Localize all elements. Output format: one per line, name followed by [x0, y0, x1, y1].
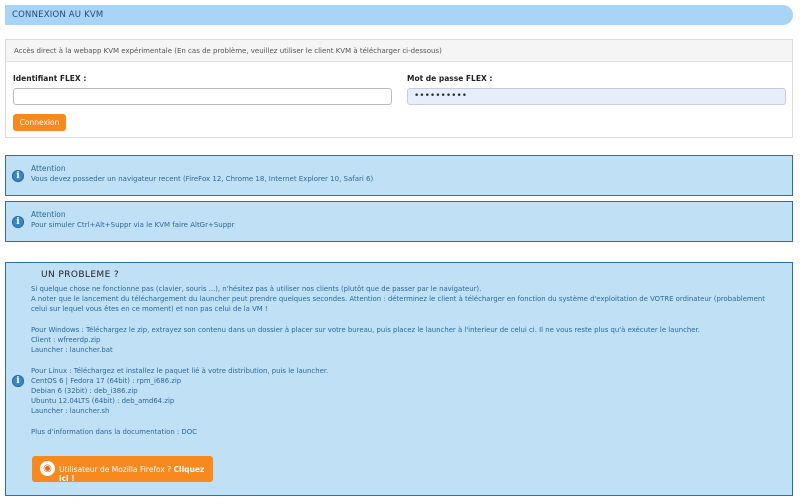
firefox-icon: ◉ [40, 461, 55, 476]
problem-line: A noter que le lancement du téléchargeme… [31, 295, 765, 304]
login-info-bar: Accès direct à la webapp KVM expérimenta… [6, 40, 792, 62]
problem-line: Si quelque chose ne fonctionne pas (clav… [31, 285, 482, 293]
login-info-text: Accès direct à la webapp KVM expérimenta… [14, 47, 442, 55]
alert-browser: i Attention Vous devez posseder un navig… [5, 155, 793, 196]
login-button[interactable]: Connexion [13, 114, 66, 131]
problem-line: celui sur lequel vous êtes en ce moment)… [31, 305, 268, 314]
problem-line: Debian 6 (32bit) : deb_i386.zip [31, 387, 138, 395]
problem-line: Pour Linux : Téléchargez et installez le… [31, 366, 329, 375]
page-title: CONNEXION AU KVM [12, 10, 104, 20]
password-label: Mot de passe FLEX : [407, 74, 493, 83]
problem-panel: i UN PROBLEME ? Si quelque chose ne fonc… [5, 262, 793, 496]
firefox-button[interactable]: ◉ Utilisateur de Mozilla Firefox ? Cliqu… [32, 456, 213, 483]
password-input[interactable]: •••••••••• [407, 88, 786, 105]
problem-line: Pour Windows : Téléchargez le zip, extra… [31, 325, 700, 334]
username-label: Identifiant FLEX : [13, 74, 87, 83]
alert-heading: Attention [31, 210, 66, 219]
login-panel: Accès direct à la webapp KVM expérimenta… [5, 39, 793, 138]
username-input[interactable] [13, 88, 392, 105]
alert-body: Pour simuler Ctrl+Alt+Suppr via le KVM f… [31, 221, 235, 229]
problem-text: Si quelque chose ne fonctionne pas (clav… [31, 284, 781, 437]
problem-line: Client : wfreerdp.zip [31, 336, 101, 344]
problem-title: UN PROBLEME ? [41, 270, 120, 280]
alert-heading: Attention [31, 164, 66, 173]
problem-line: Launcher : launcher.sh [31, 407, 110, 416]
alert-shortcut: i Attention Pour simuler Ctrl+Alt+Suppr … [5, 201, 793, 242]
info-icon: i [12, 375, 24, 387]
info-icon: i [12, 170, 24, 182]
info-icon: i [12, 216, 24, 228]
problem-line: CentOS 6 | Fedora 17 (64bit) : rpm_i686.… [31, 376, 182, 385]
firefox-prefix: Utilisateur de Mozilla Firefox ? [59, 465, 174, 474]
header-bar: CONNEXION AU KVM [5, 5, 793, 25]
problem-line: Ubuntu 12.04LTS (64bit) : deb_amd64.zip [31, 397, 175, 406]
alert-body: Vous devez posseder un navigateur recent… [31, 175, 374, 183]
problem-line: Launcher : launcher.bat [31, 346, 113, 355]
firefox-button-label: Utilisateur de Mozilla Firefox ? Cliquez… [59, 465, 213, 483]
problem-line: Plus d'information dans la documentation… [31, 427, 197, 436]
